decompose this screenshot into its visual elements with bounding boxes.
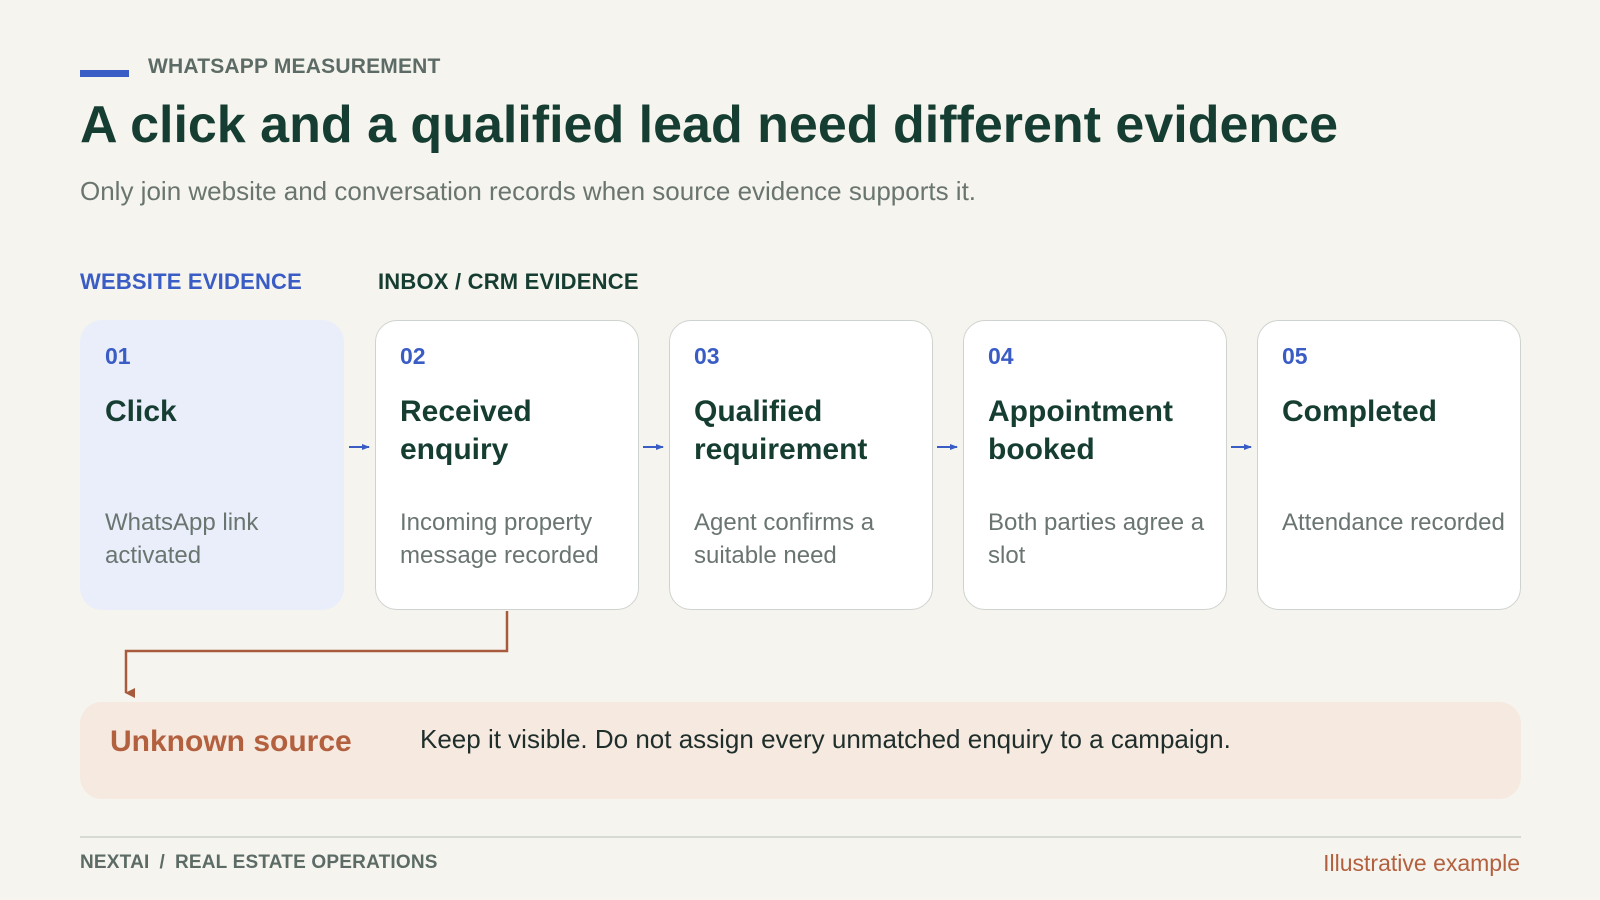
step-description: Incoming property message recorded xyxy=(400,509,599,569)
step-name: Received enquiry xyxy=(400,395,532,466)
step-card-click: 01 Click WhatsApp link activated xyxy=(80,320,344,610)
step-name: Qualified requirement xyxy=(694,395,868,466)
step-card-received-enquiry: 02 Received enquiry Incoming property me… xyxy=(375,320,639,610)
step-number: 02 xyxy=(400,343,426,369)
step-description: Both parties agree a slot xyxy=(988,509,1205,569)
kicker-label: WHATSAPP MEASUREMENT xyxy=(148,55,441,78)
step-description: Agent confirms a suitable need xyxy=(694,509,875,569)
unknown-source-title: Unknown source xyxy=(110,725,352,758)
footer-separator: / xyxy=(159,852,165,873)
footer-divider xyxy=(80,836,1521,838)
footer-note: Illustrative example xyxy=(1323,850,1520,876)
step-name: Completed xyxy=(1282,395,1438,428)
footer-breadcrumb: NEXTAI / REAL ESTATE OPERATIONS xyxy=(80,852,438,874)
step-number: 05 xyxy=(1282,343,1308,369)
step-description: WhatsApp link activated xyxy=(105,509,259,569)
step-name: Click xyxy=(105,395,177,428)
step-card-appointment-booked: 04 Appointment booked Both parties agree… xyxy=(963,320,1227,610)
step-number: 04 xyxy=(988,343,1014,369)
step-number: 03 xyxy=(694,343,720,369)
step-number: 01 xyxy=(105,343,131,369)
unknown-source-text: Keep it visible. Do not assign every unm… xyxy=(420,724,1231,754)
step-card-qualified-requirement: 03 Qualified requirement Agent confirms … xyxy=(669,320,933,610)
kicker-accent-bar xyxy=(80,70,129,77)
arrow-enquiry-to-unknown-source xyxy=(124,611,509,698)
page-title: A click and a qualified lead need differ… xyxy=(80,96,1339,154)
page-subtitle: Only join website and conversation recor… xyxy=(80,176,977,206)
crm-evidence-label: INBOX / CRM EVIDENCE xyxy=(378,269,639,294)
footer-section: REAL ESTATE OPERATIONS xyxy=(174,852,438,873)
unknown-source-callout: Unknown source Keep it visible. Do not a… xyxy=(80,702,1521,799)
step-description: Attendance recorded xyxy=(1282,509,1505,536)
step-card-completed: 05 Completed Attendance recorded xyxy=(1257,320,1521,610)
website-evidence-label: WEBSITE EVIDENCE xyxy=(80,269,303,294)
step-name: Appointment booked xyxy=(988,395,1173,466)
footer-brand: NEXTAI xyxy=(80,852,150,873)
